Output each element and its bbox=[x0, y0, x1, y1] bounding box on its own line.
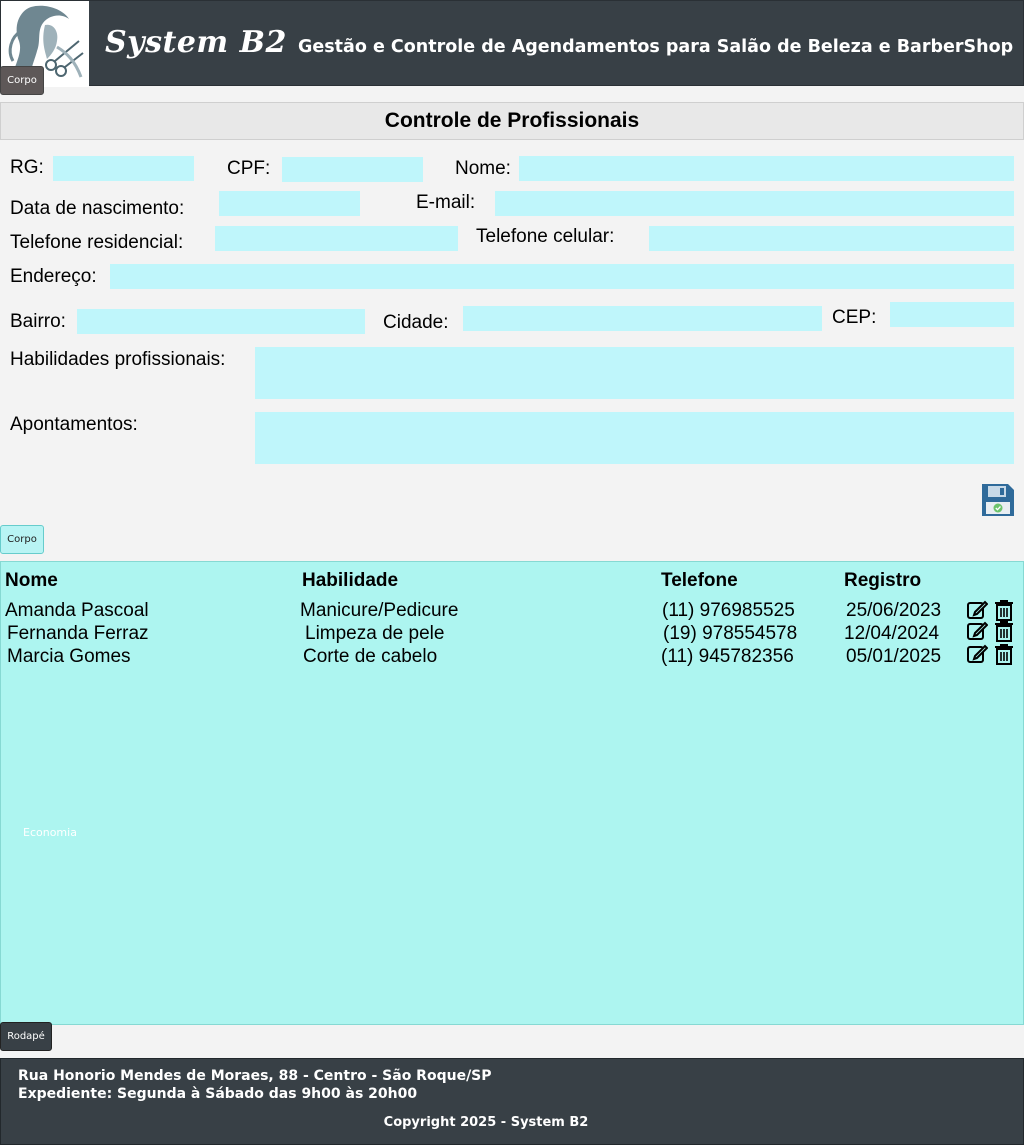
nome-field[interactable] bbox=[519, 156, 1014, 181]
bairro-field[interactable] bbox=[77, 309, 365, 334]
save-icon[interactable] bbox=[980, 482, 1016, 518]
bairro-label: Bairro: bbox=[10, 311, 66, 332]
habilidades-field[interactable] bbox=[255, 347, 1014, 399]
cep-field[interactable] bbox=[890, 302, 1014, 327]
trash-icon[interactable] bbox=[993, 643, 1015, 665]
trash-icon[interactable] bbox=[993, 599, 1015, 621]
footer-hours: Expediente: Segunda à Sábado das 9h00 às… bbox=[18, 1086, 418, 1102]
cidade-label: Cidade: bbox=[383, 312, 449, 333]
nascimento-label: Data de nascimento: bbox=[10, 198, 185, 219]
brand-name: System B2 bbox=[105, 25, 287, 60]
cell-habilidade: Limpeza de pele bbox=[305, 623, 445, 644]
email-label: E-mail: bbox=[416, 192, 476, 213]
telefone-residencial-label: Telefone residencial: bbox=[10, 232, 184, 253]
cell-telefone: (11) 976985525 bbox=[662, 600, 795, 621]
footer-copyright: Copyright 2025 - System B2 bbox=[383, 1115, 589, 1130]
cell-nome: Marcia Gomes bbox=[7, 646, 131, 667]
cell-nome: Fernanda Ferraz bbox=[7, 623, 149, 644]
page-footer: Rua Honorio Mendes de Moraes, 88 - Centr… bbox=[0, 1058, 1024, 1145]
economia-watermark: Economia bbox=[23, 826, 77, 839]
column-header-nome: Nome bbox=[5, 570, 58, 591]
section-tag-corpo-table: Corpo bbox=[0, 525, 44, 554]
column-header-habilidade: Habilidade bbox=[302, 570, 399, 591]
apontamentos-field[interactable] bbox=[255, 412, 1014, 464]
rg-label: RG: bbox=[10, 157, 44, 178]
cell-nome: Amanda Pascoal bbox=[5, 600, 149, 621]
app-header: System B2 Gestão e Controle de Agendamen… bbox=[0, 0, 1024, 87]
telefone-celular-field[interactable] bbox=[649, 226, 1014, 251]
email-field[interactable] bbox=[495, 191, 1014, 216]
column-header-telefone: Telefone bbox=[661, 570, 738, 591]
edit-icon[interactable] bbox=[966, 643, 988, 665]
cpf-field[interactable] bbox=[282, 157, 423, 182]
column-header-registro: Registro bbox=[844, 570, 922, 591]
nascimento-field[interactable] bbox=[219, 191, 360, 216]
cell-habilidade: Manicure/Pedicure bbox=[300, 600, 459, 621]
endereco-field[interactable] bbox=[110, 264, 1014, 289]
trash-icon[interactable] bbox=[993, 620, 1015, 642]
telefone-residencial-field[interactable] bbox=[215, 226, 458, 251]
footer-address: Rua Honorio Mendes de Moraes, 88 - Centr… bbox=[18, 1068, 492, 1084]
cidade-field[interactable] bbox=[463, 306, 822, 331]
cep-label: CEP: bbox=[832, 307, 877, 328]
rg-field[interactable] bbox=[53, 156, 194, 181]
nome-label: Nome: bbox=[455, 158, 511, 179]
cell-registro: 12/04/2024 bbox=[844, 623, 940, 644]
cell-telefone: (19) 978554578 bbox=[663, 623, 798, 644]
habilidades-label: Habilidades profissionais: bbox=[10, 349, 226, 370]
cell-registro: 05/01/2025 bbox=[846, 646, 942, 667]
cell-telefone: (11) 945782356 bbox=[661, 646, 794, 667]
header-tagline: Gestão e Controle de Agendamentos para S… bbox=[298, 37, 1014, 57]
endereco-label: Endereço: bbox=[10, 266, 97, 287]
professionals-table: Nome Habilidade Telefone Registro Amanda… bbox=[0, 561, 1024, 1025]
cell-registro: 25/06/2023 bbox=[846, 600, 942, 621]
telefone-celular-label: Telefone celular: bbox=[476, 226, 615, 247]
apontamentos-label: Apontamentos: bbox=[10, 414, 138, 435]
section-tag-rodape: Rodapé bbox=[0, 1022, 52, 1051]
edit-icon[interactable] bbox=[966, 599, 988, 621]
page-title: Controle de Profissionais bbox=[384, 109, 640, 132]
edit-icon[interactable] bbox=[966, 620, 988, 642]
section-tag-corpo-header: Corpo bbox=[0, 66, 44, 95]
cell-habilidade: Corte de cabelo bbox=[303, 646, 438, 667]
cpf-label: CPF: bbox=[227, 158, 271, 179]
page-title-bar: Controle de Profissionais bbox=[0, 102, 1024, 140]
